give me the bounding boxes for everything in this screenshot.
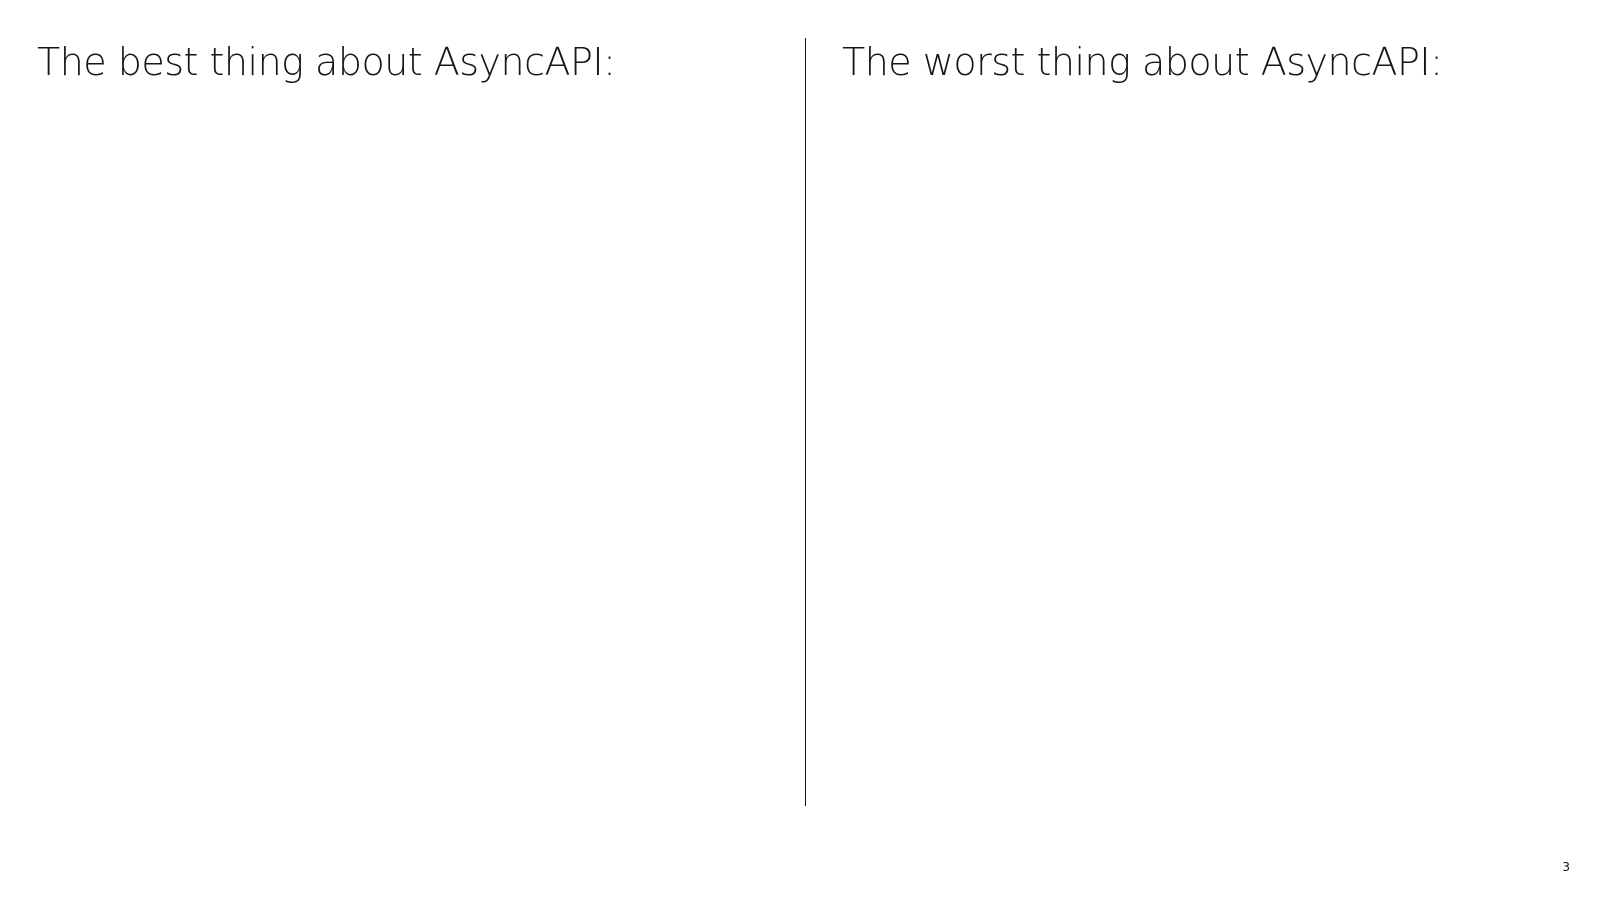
page-number: 3 (1562, 860, 1570, 874)
slide: The best thing about AsyncAPI: The worst… (0, 0, 1600, 900)
worst-thing-heading: The worst thing about AsyncAPI: (842, 40, 1443, 84)
column-divider (805, 38, 806, 806)
best-thing-heading: The best thing about AsyncAPI: (37, 40, 616, 84)
